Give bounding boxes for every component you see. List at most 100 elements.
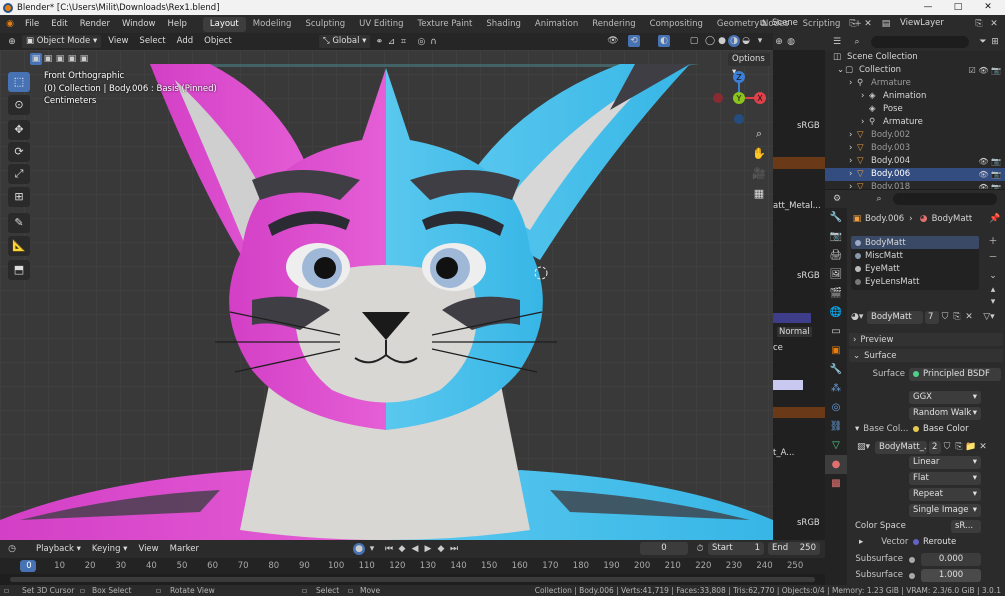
image-duplicate-icon[interactable]: ⎘	[953, 441, 965, 453]
play-icon[interactable]: ▶	[422, 543, 434, 555]
transform-tool[interactable]: ⊞	[8, 187, 30, 207]
view-layer-tab-icon[interactable]: 🖼	[825, 265, 847, 284]
pan-hand-icon[interactable]: ✋	[751, 146, 767, 162]
falloff-icon[interactable]: ∩	[427, 36, 439, 48]
zoom-icon[interactable]: ⌕	[751, 126, 767, 142]
shading-options-icon[interactable]: ▾	[754, 35, 766, 47]
timeline-scrollbar[interactable]	[0, 574, 825, 585]
expand-arrow-icon[interactable]: ›	[849, 77, 852, 90]
start-frame-field[interactable]: Start 1	[708, 542, 764, 555]
options-dropdown[interactable]: Options ▾	[728, 53, 770, 77]
menu-window[interactable]: Window	[116, 19, 162, 29]
outliner-item[interactable]: › ▽ Body.018 👁 📷	[825, 181, 1005, 189]
select-subtract-icon[interactable]: ▣	[54, 53, 66, 65]
outliner-item[interactable]: ◈ Pose	[825, 103, 1005, 116]
scene-selector[interactable]: Scene	[772, 18, 798, 28]
source-dropdown[interactable]: Single Image ▾	[909, 504, 981, 517]
ortho-grid-icon[interactable]: ▦	[751, 186, 767, 202]
outliner-editor-icon[interactable]: ☰	[831, 36, 843, 48]
minimize-button[interactable]: —	[913, 0, 943, 15]
menu-file[interactable]: File	[19, 19, 45, 29]
render-tab-icon[interactable]: 📷	[825, 227, 847, 246]
menu-marker[interactable]: Marker	[166, 543, 203, 556]
navigation-gizmo[interactable]: Z Y X	[712, 68, 770, 126]
gizmo-toggle-icon[interactable]: ⟲	[628, 35, 640, 47]
menu-help[interactable]: Help	[161, 19, 192, 29]
image-fake-user-icon[interactable]: ⛉	[941, 441, 953, 453]
new-scene-icon[interactable]: ⎘	[847, 18, 859, 30]
move-tool[interactable]: ✥	[8, 120, 30, 140]
blender-menu-icon[interactable]: ◉	[4, 18, 16, 30]
outliner-item[interactable]: › ▽ Body.004 👁 📷	[825, 155, 1005, 168]
wireframe-shading-icon[interactable]: ◯	[704, 35, 716, 47]
snap-icon[interactable]: ⊿	[385, 36, 397, 48]
subsurface-value-field[interactable]: 0.000	[921, 553, 981, 566]
new-collection-icon[interactable]: ⊞	[989, 36, 1001, 48]
scale-tool[interactable]: ⤢	[8, 164, 30, 184]
fake-user-icon[interactable]: ⛉	[939, 311, 951, 323]
duplicate-material-icon[interactable]: ⎘	[951, 311, 963, 323]
properties-search-input[interactable]	[893, 193, 997, 205]
menu-add[interactable]: Add	[173, 35, 197, 48]
gizmo-neg-x[interactable]	[713, 93, 723, 103]
proportional-edit-icon[interactable]: ◎	[415, 36, 427, 48]
camera-icon[interactable]: 🎥	[751, 166, 767, 182]
end-frame-field[interactable]: End 250	[768, 542, 820, 555]
expand-arrow-icon[interactable]: ›	[861, 90, 864, 103]
surface-panel-header[interactable]: ⌄ Surface	[849, 349, 1003, 362]
vector-link[interactable]: Reroute	[909, 536, 981, 549]
close-window-button[interactable]: ✕	[973, 0, 1003, 15]
shader-icon[interactable]: ◍	[785, 36, 797, 48]
expand-arrow-icon[interactable]: ›	[849, 181, 852, 189]
tab-sculpting[interactable]: Sculpting	[298, 17, 352, 32]
unlink-image-icon[interactable]: ✕	[977, 441, 989, 453]
select-invert-icon[interactable]: ▣	[66, 53, 78, 65]
distribution-dropdown[interactable]: GGX ▾	[909, 391, 981, 404]
tab-layout[interactable]: Layout	[202, 16, 246, 32]
color-space-dropdown[interactable]: sR...	[951, 520, 981, 533]
shader-editor-strip[interactable]: ⊕ ◍ sRGB att_Metal... sRGB Normal ce t_A…	[773, 33, 825, 540]
material-slot-item[interactable]: EyeLensMatt	[851, 275, 979, 288]
overlay-toggle-icon[interactable]: ◐	[658, 35, 670, 47]
material-shading-icon[interactable]: ◑	[728, 35, 740, 47]
outliner-item[interactable]: › ▽ Body.006 👁 📷	[825, 168, 1005, 181]
image-users-count[interactable]: 2	[929, 440, 941, 454]
tab-rendering[interactable]: Rendering	[585, 17, 642, 32]
preview-panel-header[interactable]: › Preview	[849, 333, 1003, 346]
timeline-scroll-thumb[interactable]	[10, 577, 815, 582]
3d-viewport[interactable]: Front Orthographic (0) Collection | Body…	[0, 50, 773, 540]
jump-start-icon[interactable]: ⏮	[383, 543, 395, 555]
menu-timeline-view[interactable]: View	[134, 543, 162, 556]
menu-render[interactable]: Render	[74, 19, 116, 29]
outliner-search-input[interactable]	[871, 36, 969, 48]
surface-shader-field[interactable]: Principled BSDF	[909, 368, 1001, 381]
data-tab-icon[interactable]: ▽	[825, 436, 847, 455]
pin-icon[interactable]: 📌	[989, 213, 1001, 225]
remove-slot-icon[interactable]: －	[987, 252, 999, 264]
editor-type-icon-2[interactable]: ⊕	[773, 36, 785, 48]
outliner[interactable]: ◫ Scene Collection ⌄ ▢ Collection ☑ 👁 📷 › ⚲ Arma…	[825, 51, 1005, 189]
material-slot-item[interactable]: BodyMatt	[851, 236, 979, 249]
material-slot-item[interactable]: MiscMatt	[851, 249, 979, 262]
solid-shading-icon[interactable]: ●	[716, 35, 728, 47]
maximize-button[interactable]: □	[943, 0, 973, 15]
extension-dropdown[interactable]: Repeat ▾	[909, 488, 981, 501]
menu-edit[interactable]: Edit	[45, 19, 73, 29]
outliner-item[interactable]: ⌄ ▢ Collection ☑ 👁 📷	[825, 64, 1005, 77]
tab-scripting[interactable]: Scripting	[796, 17, 848, 32]
rotate-tool[interactable]: ⟳	[8, 142, 30, 162]
open-image-icon[interactable]: 📁	[965, 441, 977, 453]
outliner-item[interactable]: › ▽ Body.003	[825, 142, 1005, 155]
tab-compositing[interactable]: Compositing	[643, 17, 710, 32]
annotate-tool[interactable]: ✎	[8, 213, 30, 233]
expand-arrow-icon[interactable]: ⌄	[837, 64, 844, 77]
material-slot-item[interactable]: EyeMatt	[851, 262, 979, 275]
new-view-layer-icon[interactable]: ⎘	[973, 18, 985, 30]
browse-material-icon[interactable]: ◕▾	[851, 311, 863, 323]
unlink-material-icon[interactable]: ✕	[963, 311, 975, 323]
outliner-item[interactable]: › ▽ Body.002	[825, 129, 1005, 142]
physics-tab-icon[interactable]: ◎	[825, 398, 847, 417]
editor-type-icon[interactable]: ⊕	[6, 36, 18, 48]
visibility-toggles[interactable]: ☑ 👁 📷	[969, 64, 1001, 77]
select-box-tool[interactable]: ⬚	[8, 72, 30, 92]
